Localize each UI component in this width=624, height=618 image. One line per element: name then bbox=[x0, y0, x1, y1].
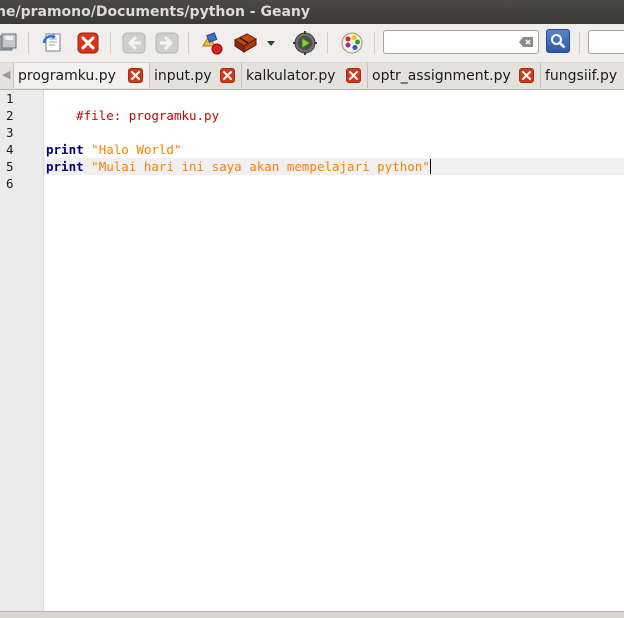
toolbar-separator bbox=[28, 32, 29, 54]
search-clear-button[interactable] bbox=[518, 35, 534, 49]
line-number: 4 bbox=[6, 142, 14, 157]
execute-icon bbox=[293, 31, 317, 55]
close-icon bbox=[77, 32, 99, 54]
tab-label: programku.py bbox=[18, 67, 116, 84]
tab-kalkulator[interactable]: kalkulator.py bbox=[242, 63, 368, 88]
tab-label: kalkulator.py bbox=[246, 67, 336, 84]
compile-button[interactable] bbox=[199, 30, 225, 56]
revert-button[interactable] bbox=[40, 30, 66, 56]
back-icon bbox=[122, 32, 146, 54]
forward-icon bbox=[155, 32, 179, 54]
build-button[interactable] bbox=[232, 30, 258, 56]
line-number: 6 bbox=[6, 176, 14, 191]
close-file-button[interactable] bbox=[75, 30, 101, 56]
navigate-forward-button[interactable] bbox=[154, 30, 180, 56]
title-bar: ne/pramono/Documents/python - Geany bbox=[0, 0, 624, 24]
tab-close-button[interactable] bbox=[519, 68, 534, 83]
toolbar-separator bbox=[327, 32, 328, 54]
tab-label: optr_assignment.py bbox=[372, 67, 511, 84]
code-keyword: print bbox=[46, 142, 84, 157]
execute-button[interactable] bbox=[292, 30, 318, 56]
build-icon bbox=[234, 33, 258, 53]
code-editor[interactable]: 1 2 3 4 5 6 #file: programku.py print "H… bbox=[0, 90, 624, 611]
tab-label: input.py bbox=[154, 67, 212, 84]
revert-icon bbox=[42, 33, 61, 52]
tab-label: fungsiif.py bbox=[545, 67, 618, 84]
search-icon bbox=[551, 34, 566, 49]
search-clear-icon bbox=[519, 37, 533, 47]
code-line[interactable]: #file: programku.py bbox=[46, 90, 219, 123]
line-number: 5 bbox=[6, 159, 14, 174]
tab-close-button[interactable] bbox=[220, 68, 235, 83]
compile-icon bbox=[202, 32, 223, 55]
close-icon bbox=[522, 71, 531, 80]
tab-close-button[interactable] bbox=[128, 68, 143, 83]
close-icon bbox=[131, 71, 140, 80]
code-line[interactable]: print "Mulai hari ini saya akan mempelaj… bbox=[46, 158, 431, 175]
tab-bar: ◀ programku.py input.py kalkulator.py op… bbox=[0, 63, 624, 90]
search-button[interactable] bbox=[546, 29, 570, 53]
search-input[interactable] bbox=[383, 30, 539, 54]
toolbar bbox=[0, 24, 624, 63]
navigate-back-button[interactable] bbox=[121, 30, 147, 56]
line-number: 1 bbox=[6, 91, 14, 106]
tab-optr-assignment[interactable]: optr_assignment.py bbox=[368, 63, 541, 88]
code-keyword: print bbox=[46, 159, 84, 174]
line-number-gutter: 1 2 3 4 5 6 bbox=[0, 90, 44, 611]
toolbar-separator bbox=[188, 32, 189, 54]
close-icon bbox=[223, 71, 232, 80]
tab-programku[interactable]: programku.py bbox=[13, 63, 150, 88]
save-all-icon bbox=[0, 33, 17, 51]
toolbar-separator bbox=[374, 32, 375, 54]
goto-line-input[interactable] bbox=[588, 30, 624, 54]
window-title: ne/pramono/Documents/python - Geany bbox=[0, 4, 311, 20]
color-chooser-button[interactable] bbox=[339, 30, 365, 56]
save-all-button[interactable] bbox=[0, 30, 20, 56]
tab-input[interactable]: input.py bbox=[150, 63, 242, 88]
code-comment: #file: programku.py bbox=[76, 108, 220, 123]
tab-close-button[interactable] bbox=[346, 68, 361, 83]
line-number: 3 bbox=[6, 125, 14, 140]
build-dropdown-icon bbox=[267, 41, 275, 46]
build-dropdown-button[interactable] bbox=[264, 30, 278, 56]
code-string: "Mulai hari ini saya akan mempelajari py… bbox=[91, 159, 430, 174]
tab-scroll-left-icon[interactable]: ◀ bbox=[2, 68, 12, 82]
toolbar-separator bbox=[110, 32, 111, 54]
code-string: "Halo World" bbox=[91, 142, 182, 157]
color-chooser-icon bbox=[341, 32, 363, 54]
toolbar-separator bbox=[579, 32, 580, 54]
text-cursor bbox=[429, 159, 431, 174]
tab-fungsiif[interactable]: fungsiif.py bbox=[541, 63, 624, 88]
code-line[interactable]: print "Halo World" bbox=[46, 141, 181, 158]
close-icon bbox=[349, 71, 358, 80]
line-number: 2 bbox=[6, 108, 14, 123]
